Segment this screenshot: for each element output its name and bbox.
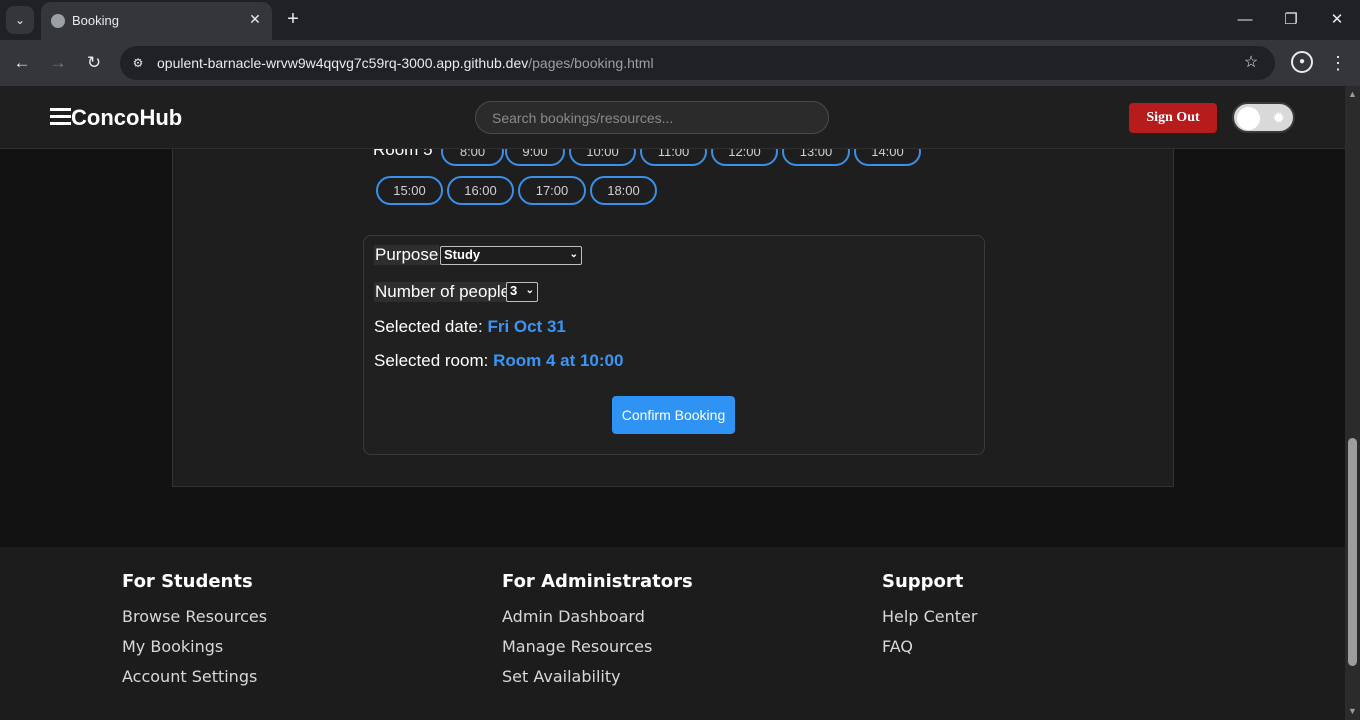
minimize-button[interactable]: — <box>1230 6 1260 34</box>
url-text[interactable]: opulent-barnacle-wrvw9w4qqvg7c59rq-3000.… <box>157 55 654 71</box>
footer-link-browse-resources[interactable]: Browse Resources <box>122 607 267 626</box>
selected-date-line: Selected date: Fri Oct 31 <box>374 317 566 337</box>
profile-icon[interactable]: ● <box>1291 51 1313 73</box>
footer-support: Support Help Center FAQ <box>882 571 977 667</box>
footer-heading: Support <box>882 571 964 592</box>
slot-button[interactable]: 15:00 <box>376 176 443 205</box>
slot-button[interactable]: 18:00 <box>590 176 657 205</box>
selected-room-line: Selected room: Room 4 at 10:00 <box>374 351 623 371</box>
site-info-icon[interactable]: ⚙ <box>128 53 148 73</box>
purpose-label: Purpose <box>374 245 440 265</box>
footer-students: For Students Browse Resources My Booking… <box>122 571 267 697</box>
slot-button[interactable]: 17:00 <box>518 176 586 205</box>
globe-icon <box>51 14 65 28</box>
footer-link-set-availability[interactable]: Set Availability <box>502 667 693 686</box>
selected-room-label: Selected room: <box>374 351 489 370</box>
bookmark-star-icon[interactable]: ☆ <box>1241 53 1261 73</box>
footer-link-faq[interactable]: FAQ <box>882 637 977 656</box>
purpose-value: Study <box>444 247 481 262</box>
chevron-down-icon: ⌄ <box>569 249 578 260</box>
restore-button[interactable]: ❐ <box>1276 6 1306 34</box>
footer-link-my-bookings[interactable]: My Bookings <box>122 637 267 656</box>
footer-link-help-center[interactable]: Help Center <box>882 607 977 626</box>
hamburger-menu-icon[interactable] <box>50 108 71 126</box>
purpose-select[interactable]: Study ⌄ <box>440 246 582 265</box>
selected-date-value: Fri Oct 31 <box>487 317 566 336</box>
people-label: Number of people <box>374 282 512 302</box>
tab-title: Booking <box>72 13 119 28</box>
brand-logo[interactable]: ConcoHub <box>71 105 182 131</box>
sun-icon: ✹ <box>1272 110 1285 127</box>
scroll-up-arrow-icon[interactable]: ▲ <box>1348 90 1357 99</box>
browser-tabstrip: ⌄ Booking ✕ + — ❐ ✕ <box>0 0 1360 42</box>
browser-menu-icon[interactable]: ⋮ <box>1328 51 1348 75</box>
site-header: ConcoHub Sign Out ✹ <box>0 86 1345 149</box>
sign-out-button[interactable]: Sign Out <box>1129 103 1217 133</box>
forward-arrow-icon[interactable]: → <box>46 51 70 75</box>
scroll-down-arrow-icon[interactable]: ▼ <box>1348 707 1357 716</box>
close-icon[interactable]: ✕ <box>246 10 264 28</box>
site-footer: For Students Browse Resources My Booking… <box>0 547 1345 720</box>
chevron-down-icon: ⌄ <box>525 285 534 296</box>
toggle-knob <box>1237 107 1260 130</box>
people-value: 3 <box>510 283 518 298</box>
footer-heading: For Students <box>122 571 253 592</box>
tab-search-button[interactable]: ⌄ <box>6 6 34 34</box>
confirm-booking-button[interactable]: Confirm Booking <box>612 396 735 434</box>
booking-details-box: Purpose Study ⌄ Number of people 3 ⌄ Sel… <box>363 235 985 455</box>
people-select[interactable]: 3 ⌄ <box>506 282 538 302</box>
browser-tab[interactable]: Booking ✕ <box>41 2 272 42</box>
search-input[interactable] <box>475 101 829 134</box>
browser-toolbar: ← → ↻ ⚙ opulent-barnacle-wrvw9w4qqvg7c59… <box>0 40 1360 86</box>
page-scrollbar[interactable]: ▲ ▼ <box>1345 86 1360 720</box>
window-close-button[interactable]: ✕ <box>1322 6 1352 34</box>
selected-date-label: Selected date: <box>374 317 483 336</box>
slot-button[interactable]: 16:00 <box>447 176 514 205</box>
page-viewport: ConcoHub Sign Out ✹ Room 5 8:00 9:00 10:… <box>0 86 1345 720</box>
footer-link-manage-resources[interactable]: Manage Resources <box>502 637 693 656</box>
address-bar[interactable]: ⚙ opulent-barnacle-wrvw9w4qqvg7c59rq-300… <box>120 46 1275 80</box>
footer-heading: For Administrators <box>502 571 693 592</box>
new-tab-button[interactable]: + <box>282 8 304 30</box>
back-arrow-icon[interactable]: ← <box>10 51 34 75</box>
theme-toggle[interactable]: ✹ <box>1232 102 1295 133</box>
footer-link-account-settings[interactable]: Account Settings <box>122 667 267 686</box>
footer-link-admin-dashboard[interactable]: Admin Dashboard <box>502 607 693 626</box>
scroll-thumb[interactable] <box>1348 438 1357 666</box>
reload-icon[interactable]: ↻ <box>82 51 106 75</box>
selected-room-value: Room 4 at 10:00 <box>493 351 624 370</box>
footer-admins: For Administrators Admin Dashboard Manag… <box>502 571 693 697</box>
